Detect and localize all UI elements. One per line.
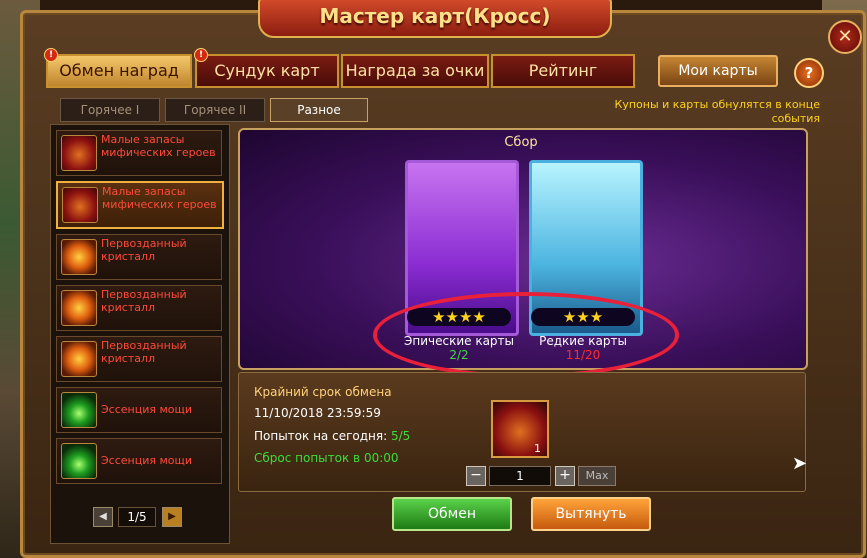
essence-icon <box>61 443 97 479</box>
list-item-label: Малые запасы мифических героев <box>101 133 216 159</box>
tab-card-chest[interactable]: Сундук карт <box>195 54 339 88</box>
subtab-hot-2[interactable]: Горячее II <box>165 98 265 122</box>
quantity-input[interactable]: 1 <box>489 466 551 486</box>
deadline-label: Крайний срок обмена <box>254 385 392 399</box>
list-item[interactable]: Эссенция мощи <box>56 438 222 484</box>
alert-icon: ! <box>44 48 58 62</box>
pull-button[interactable]: Вытянуть <box>531 497 651 531</box>
list-item-label: Малые запасы мифических героев <box>102 185 217 211</box>
list-item[interactable]: Первозданный кристалл <box>56 336 222 382</box>
crystal-icon <box>61 239 97 275</box>
tab-points-reward[interactable]: Награда за очки <box>341 54 489 88</box>
subtab-hot-1[interactable]: Горячее I <box>60 98 160 122</box>
subtab-misc[interactable]: Разное <box>270 98 368 122</box>
reset-text: Сброс попыток в 00:00 <box>254 451 399 465</box>
page-prev-button[interactable]: ◀ <box>93 507 113 527</box>
tab-exchange-rewards[interactable]: Обмен наград <box>46 54 192 88</box>
list-item-label: Первозданный кристалл <box>101 339 187 365</box>
close-icon[interactable]: ✕ <box>828 20 862 54</box>
attempts-row: Попыток на сегодня: 5/5 <box>254 429 410 443</box>
page-next-button[interactable]: ▶ <box>162 507 182 527</box>
crystal-icon <box>61 290 97 326</box>
list-item-label: Первозданный кристалл <box>101 288 187 314</box>
my-cards-button[interactable]: Мои карты <box>658 55 778 87</box>
attempts-value: 5/5 <box>390 429 411 443</box>
quantity-plus-button[interactable]: + <box>555 466 575 486</box>
window-title: Мастер карт(Кросс) <box>258 0 612 38</box>
list-item[interactable]: Первозданный кристалл <box>56 285 222 331</box>
attempts-label: Попыток на сегодня: <box>254 429 388 443</box>
collection-title: Сбор <box>504 135 538 150</box>
chest-icon <box>62 187 98 223</box>
mouse-cursor-icon: ➤ <box>792 453 808 474</box>
list-item[interactable]: Первозданный кристалл <box>56 234 222 280</box>
essence-icon <box>61 392 97 428</box>
tab-rating[interactable]: Рейтинг <box>491 54 635 88</box>
list-item[interactable]: Эссенция мощи <box>56 387 222 433</box>
list-item[interactable]: Малые запасы мифических героев <box>56 181 224 229</box>
help-icon[interactable]: ? <box>794 58 824 88</box>
quantity-max-button[interactable]: Max <box>578 466 616 486</box>
alert-icon: ! <box>194 48 208 62</box>
event-notice: Купоны и карты обнулятся в конце события <box>614 98 820 125</box>
deadline-value: 11/10/2018 23:59:59 <box>254 406 381 420</box>
list-item-label: Эссенция мощи <box>101 454 193 467</box>
crystal-icon <box>61 341 97 377</box>
quantity-minus-button[interactable]: − <box>466 466 486 486</box>
highlight-ring <box>373 292 679 378</box>
page-indicator: 1/5 <box>118 507 156 527</box>
exchange-button[interactable]: Обмен <box>392 497 512 531</box>
prize-count: 1 <box>534 442 541 455</box>
list-item[interactable]: Малые запасы мифических героев <box>56 130 222 176</box>
list-item-label: Эссенция мощи <box>101 403 193 416</box>
chest-icon <box>61 135 97 171</box>
list-item-label: Первозданный кристалл <box>101 237 187 263</box>
